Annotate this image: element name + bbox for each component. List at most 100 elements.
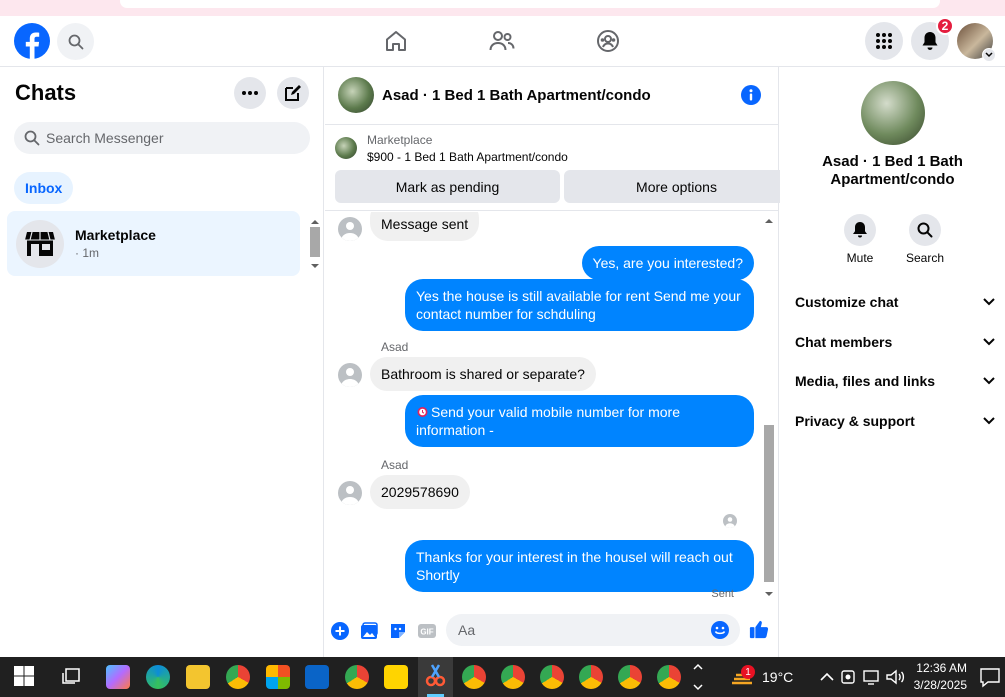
sender-avatar[interactable] bbox=[338, 481, 362, 505]
volume-icon[interactable] bbox=[885, 665, 905, 689]
windows-start-icon[interactable] bbox=[13, 665, 37, 689]
marketplace-listing-bar: Marketplace $900 - 1 Bed 1 Bath Apartmen… bbox=[325, 125, 789, 211]
chevron-up-icon[interactable] bbox=[815, 665, 839, 689]
inbox-filter-tab[interactable]: Inbox bbox=[14, 172, 74, 204]
sender-avatar[interactable] bbox=[338, 217, 362, 241]
home-icon[interactable] bbox=[378, 26, 414, 56]
listing-avatar[interactable] bbox=[861, 81, 925, 145]
message-bubble-incoming: Bathroom is shared or separate? bbox=[370, 357, 596, 391]
sender-name: Asad bbox=[381, 340, 409, 354]
message-bubble-incoming: Message sent bbox=[370, 212, 480, 241]
chats-scrollbar[interactable] bbox=[308, 215, 322, 273]
battery-icon[interactable] bbox=[840, 665, 856, 689]
more-options-icon[interactable] bbox=[234, 77, 266, 109]
outlook-icon[interactable] bbox=[305, 665, 329, 689]
mute-button[interactable]: Mute bbox=[835, 214, 885, 265]
conversation-header: Asad · 1 Bed 1 Bath Apartment/condo bbox=[325, 67, 779, 125]
clock-time[interactable]: 12:36 AM bbox=[915, 661, 967, 675]
info-icon[interactable] bbox=[741, 85, 761, 105]
chrome-profile-icon[interactable] bbox=[501, 665, 525, 689]
scrollbar-thumb[interactable] bbox=[310, 227, 320, 257]
details-title: Asad · 1 Bed 1 Bath Apartment/condo bbox=[822, 153, 963, 188]
chrome-profile-icon[interactable] bbox=[540, 665, 564, 689]
thumbs-up-icon[interactable] bbox=[749, 619, 769, 639]
sender-avatar[interactable] bbox=[338, 363, 362, 387]
search-messenger-field[interactable] bbox=[14, 122, 310, 154]
sticky-notes-icon[interactable] bbox=[384, 665, 408, 689]
listing-thumbnail[interactable] bbox=[335, 137, 357, 159]
emoji-icon[interactable] bbox=[710, 620, 730, 640]
chrome-profile-icon[interactable] bbox=[462, 665, 486, 689]
add-plus-icon[interactable] bbox=[330, 621, 350, 641]
message-input[interactable] bbox=[446, 614, 696, 646]
temperature-label[interactable]: 19°C bbox=[762, 669, 793, 685]
section-label: Chat members bbox=[795, 334, 893, 350]
message-bubble-incoming: 2029578690 bbox=[370, 475, 470, 509]
search-icon bbox=[909, 214, 941, 246]
microsoft-store-icon[interactable] bbox=[266, 665, 290, 689]
search-icon[interactable] bbox=[57, 23, 94, 60]
facebook-logo-icon[interactable] bbox=[14, 23, 50, 59]
new-message-icon[interactable] bbox=[277, 77, 309, 109]
notifications-bell-icon[interactable]: 2 bbox=[911, 17, 954, 60]
chat-name: Marketplace bbox=[75, 227, 156, 243]
more-options-button[interactable]: More options bbox=[564, 170, 789, 203]
chrome-icon[interactable] bbox=[226, 665, 250, 689]
search-in-conversation-button[interactable]: Search bbox=[900, 214, 950, 265]
message-bubble-outgoing: Yes, are you interested? bbox=[581, 246, 754, 280]
section-label: Privacy & support bbox=[795, 413, 915, 429]
customize-chat-section[interactable]: Customize chat bbox=[795, 292, 995, 312]
message-input-field[interactable] bbox=[446, 614, 740, 646]
seen-indicator-avatar bbox=[723, 514, 737, 528]
section-label: Media, files and links bbox=[795, 373, 936, 389]
chats-title: Chats bbox=[15, 80, 77, 105]
file-explorer-icon[interactable] bbox=[186, 665, 210, 689]
alarm-clock-emoji-icon bbox=[416, 405, 429, 418]
gif-icon[interactable]: GIF bbox=[417, 621, 437, 641]
chevron-down-icon bbox=[982, 48, 996, 62]
chrome-profile-icon[interactable] bbox=[657, 665, 681, 689]
groups-icon[interactable] bbox=[590, 26, 626, 56]
search-messenger-input[interactable] bbox=[46, 130, 286, 146]
message-composer: GIF bbox=[325, 613, 779, 649]
notification-center-icon[interactable] bbox=[979, 665, 1003, 689]
storefront-icon bbox=[16, 219, 64, 268]
chrome-profile-icon[interactable] bbox=[579, 665, 603, 689]
privacy-support-section[interactable]: Privacy & support bbox=[795, 411, 995, 431]
chrome-profile-icon[interactable] bbox=[618, 665, 642, 689]
taskbar-overflow-icon[interactable] bbox=[692, 659, 704, 695]
clock-date[interactable]: 3/28/2025 bbox=[911, 678, 967, 692]
conversation-avatar[interactable] bbox=[338, 77, 374, 113]
media-files-links-section[interactable]: Media, files and links bbox=[795, 371, 995, 391]
chats-sidebar: Chats Inbox Marketplace · 1m bbox=[0, 67, 324, 657]
notification-count-badge: 2 bbox=[936, 17, 954, 35]
message-status: Sent bbox=[711, 588, 734, 600]
sticker-icon[interactable] bbox=[388, 621, 408, 641]
chrome-profile-icon[interactable] bbox=[345, 665, 369, 689]
task-view-icon[interactable] bbox=[60, 665, 84, 689]
chat-timestamp: · 1m bbox=[75, 246, 99, 260]
section-label: Customize chat bbox=[795, 294, 899, 310]
menu-grid-icon[interactable] bbox=[865, 22, 903, 60]
message-text: Send your valid mobile number for more i… bbox=[416, 404, 681, 438]
chevron-down-icon bbox=[983, 338, 995, 346]
message-thread: Message sent Yes, are you interested? Ye… bbox=[325, 212, 765, 605]
network-icon[interactable] bbox=[862, 665, 882, 689]
scrollbar-thumb[interactable] bbox=[764, 425, 774, 582]
browser-address-bar[interactable] bbox=[120, 0, 940, 8]
photo-icon[interactable] bbox=[359, 621, 379, 641]
weather-badge: 1 bbox=[741, 665, 755, 679]
thread-scrollbar[interactable] bbox=[762, 212, 776, 605]
friends-icon[interactable] bbox=[484, 26, 520, 56]
message-bubble-outgoing: Yes the house is still available for ren… bbox=[405, 279, 754, 331]
listing-title[interactable]: $900 - 1 Bed 1 Bath Apartment/condo bbox=[367, 150, 568, 164]
copilot-icon[interactable] bbox=[106, 665, 130, 689]
account-avatar[interactable] bbox=[957, 23, 996, 62]
mark-as-pending-button[interactable]: Mark as pending bbox=[335, 170, 560, 203]
edge-browser-icon[interactable] bbox=[146, 665, 170, 689]
chat-list-item-marketplace[interactable]: Marketplace · 1m bbox=[7, 211, 300, 276]
chat-members-section[interactable]: Chat members bbox=[795, 332, 995, 352]
snipping-tool-active-icon[interactable] bbox=[418, 657, 453, 697]
search-icon bbox=[24, 130, 40, 146]
conversation-title[interactable]: Asad · 1 Bed 1 Bath Apartment/condo bbox=[382, 87, 651, 104]
